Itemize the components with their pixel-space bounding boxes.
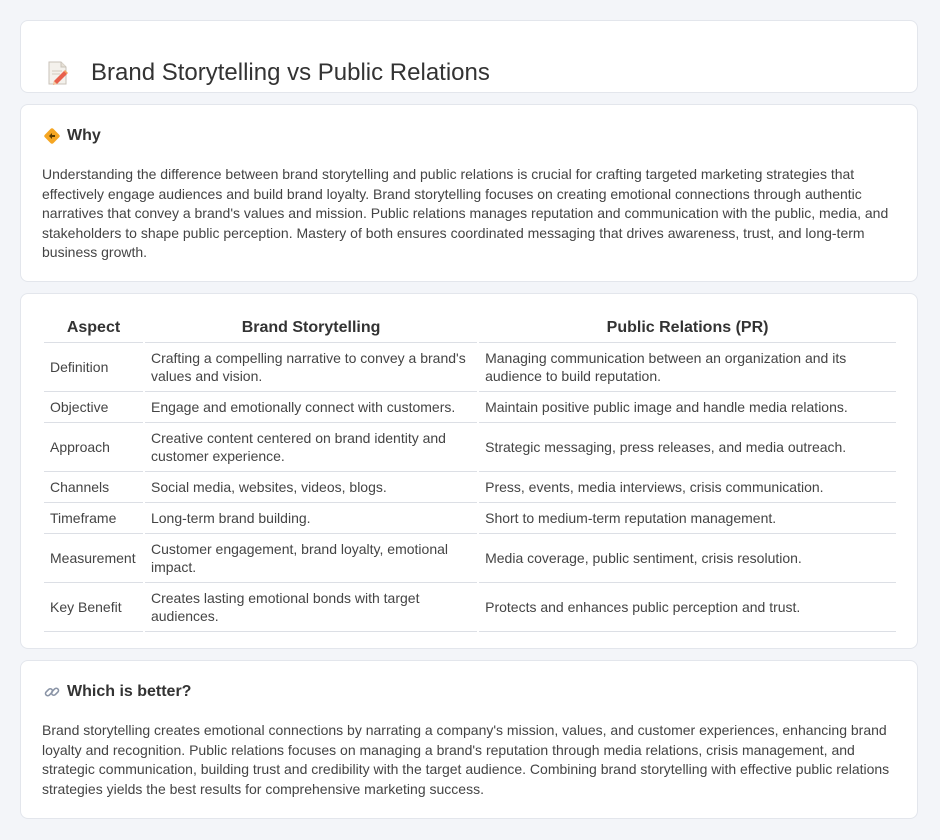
which-is-better-section: Which is better? Brand storytelling crea… <box>20 660 918 819</box>
comparison-table: Aspect Brand Storytelling Public Relatio… <box>42 316 898 632</box>
table-row: Approach Creative content centered on br… <box>44 423 896 472</box>
aspect-cell: Key Benefit <box>44 583 143 632</box>
better-body: Brand storytelling creates emotional con… <box>42 722 890 797</box>
brand-storytelling-cell: Engage and emotionally connect with cust… <box>144 392 478 423</box>
link-icon <box>43 683 61 701</box>
page-title: Brand Storytelling vs Public Relations <box>91 59 490 87</box>
why-heading-text: Why <box>67 127 101 144</box>
aspect-cell: Timeframe <box>44 503 143 534</box>
public-relations-cell: Press, events, media interviews, crisis … <box>479 472 896 503</box>
brand-storytelling-cell: Creates lasting emotional bonds with tar… <box>144 583 478 632</box>
table-row: Timeframe Long-term brand building. Shor… <box>44 503 896 534</box>
public-relations-cell: Maintain positive public image and handl… <box>479 392 896 423</box>
table-row: Objective Engage and emotionally connect… <box>44 392 896 423</box>
better-heading: Which is better? <box>43 683 191 701</box>
aspect-cell: Measurement <box>44 534 143 583</box>
table-row: Measurement Customer engagement, brand l… <box>44 534 896 583</box>
brand-storytelling-cell: Social media, websites, videos, blogs. <box>144 472 478 503</box>
header-public-relations: Public Relations (PR) <box>479 316 896 343</box>
aspect-cell: Approach <box>44 423 143 472</box>
header-aspect: Aspect <box>44 316 143 343</box>
brand-storytelling-cell: Customer engagement, brand loyalty, emot… <box>144 534 478 583</box>
aspect-cell: Definition <box>44 343 143 392</box>
brand-storytelling-cell: Creative content centered on brand ident… <box>144 423 478 472</box>
public-relations-cell: Media coverage, public sentiment, crisis… <box>479 534 896 583</box>
why-body: Understanding the difference between bra… <box>42 166 889 261</box>
public-relations-cell: Short to medium-term reputation manageme… <box>479 503 896 534</box>
table-row: Channels Social media, websites, videos,… <box>44 472 896 503</box>
brand-storytelling-cell: Long-term brand building. <box>144 503 478 534</box>
title-row: Brand Storytelling vs Public Relations <box>47 43 490 103</box>
document-pencil-icon <box>47 60 69 86</box>
aspect-cell: Channels <box>44 472 143 503</box>
better-heading-text: Which is better? <box>67 683 192 700</box>
aspect-cell: Objective <box>44 392 143 423</box>
header-brand-storytelling: Brand Storytelling <box>144 316 478 343</box>
public-relations-cell: Managing communication between an organi… <box>479 343 896 392</box>
table-header-row: Aspect Brand Storytelling Public Relatio… <box>44 316 896 343</box>
public-relations-cell: Strategic messaging, press releases, and… <box>479 423 896 472</box>
diamond-arrows-icon <box>43 127 61 145</box>
public-relations-cell: Protects and enhances public perception … <box>479 583 896 632</box>
why-section: Why Understanding the difference between… <box>20 104 918 282</box>
why-heading: Why <box>43 127 101 145</box>
table-row: Definition Crafting a compelling narrati… <box>44 343 896 392</box>
header-card: Brand Storytelling vs Public Relations <box>20 20 918 93</box>
brand-storytelling-cell: Crafting a compelling narrative to conve… <box>144 343 478 392</box>
comparison-section: Aspect Brand Storytelling Public Relatio… <box>20 293 918 649</box>
table-row: Key Benefit Creates lasting emotional bo… <box>44 583 896 632</box>
